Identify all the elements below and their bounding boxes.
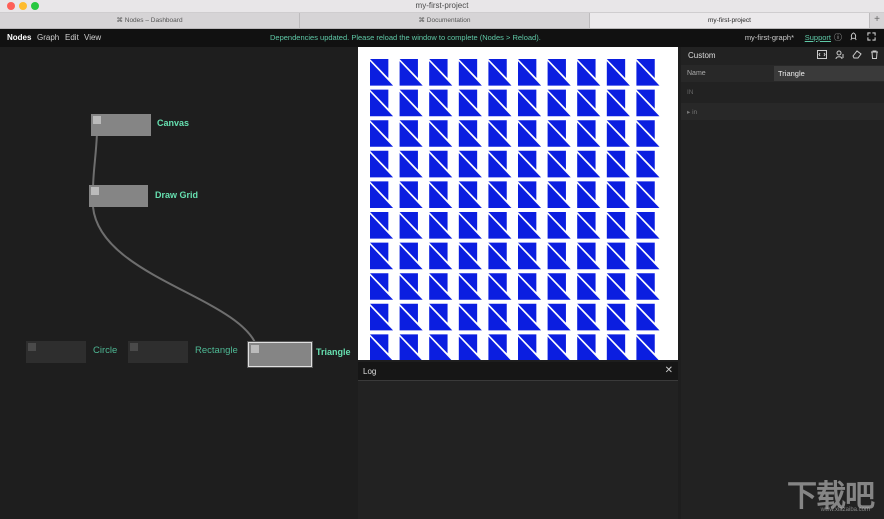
support-link[interactable]: Support (805, 33, 831, 42)
menu-edit[interactable]: Edit (65, 33, 79, 42)
window-titlebar: my-first-project (0, 0, 884, 13)
connection-canvas-drawgrid (92, 132, 98, 191)
graph-name: my-first-graph* (744, 33, 794, 42)
name-row: Name Triangle (681, 65, 884, 82)
triangle-grid (370, 59, 660, 361)
watermark-url: www.xiazaiba.com (820, 507, 870, 513)
node-circle[interactable] (26, 341, 86, 363)
close-icon[interactable]: ✕ (665, 365, 673, 376)
node-port[interactable] (28, 343, 36, 351)
log-title: Log (363, 367, 377, 376)
node-port[interactable] (251, 345, 259, 353)
port-row-in[interactable]: ▸ in (681, 103, 884, 120)
code-icon[interactable] (817, 50, 827, 61)
node-draw-grid[interactable] (89, 185, 148, 207)
inspector-panel: Custom Name Triangle IN ▸ in 下载吧 www.xia… (681, 47, 884, 519)
divider (358, 380, 678, 381)
node-label-draw-grid[interactable]: Draw Grid (155, 190, 198, 200)
node-label-rectangle[interactable]: Rectangle (195, 345, 238, 356)
section-in-label: IN (687, 89, 694, 96)
node-canvas[interactable] (91, 114, 151, 136)
tab-bar: ⌘ Nodes – Dashboard ⌘ Documentation my-f… (0, 13, 884, 29)
menu-view[interactable]: View (84, 33, 101, 42)
node-label-canvas[interactable]: Canvas (157, 118, 189, 128)
info-icon[interactable]: ⓘ (834, 32, 842, 43)
name-field[interactable]: Triangle (774, 66, 884, 81)
node-port[interactable] (91, 187, 99, 195)
trash-icon[interactable] (870, 50, 879, 61)
port-label-in[interactable]: ▸ in (687, 108, 697, 116)
watermark: 下载吧 www.xiazaiba.com (746, 467, 876, 513)
rocket-icon[interactable] (849, 32, 858, 43)
node-rectangle[interactable] (128, 341, 188, 363)
node-port[interactable] (130, 343, 138, 351)
tab-documentation[interactable]: ⌘ Documentation (300, 13, 590, 28)
menu-graph[interactable]: Graph (37, 33, 59, 42)
window-title: my-first-project (415, 1, 469, 10)
eraser-icon[interactable] (852, 50, 862, 61)
reload-banner[interactable]: Dependencies updated. Please reload the … (270, 33, 541, 42)
tab-project[interactable]: my-first-project (590, 13, 870, 28)
graph-canvas[interactable]: Canvas Draw Grid Circle Rectangle Triang… (0, 47, 358, 519)
fullscreen-icon[interactable] (867, 32, 876, 43)
menu-nodes[interactable]: Nodes (7, 33, 31, 42)
users-icon[interactable] (835, 50, 845, 61)
node-label-circle[interactable]: Circle (93, 345, 117, 356)
menubar: Nodes Graph Edit View Dependencies updat… (0, 29, 884, 47)
log-header: Log ✕ (358, 362, 678, 380)
node-triangle[interactable] (248, 342, 312, 367)
tab-dashboard[interactable]: ⌘ Nodes – Dashboard (0, 13, 300, 28)
add-tab-button[interactable]: + (870, 13, 884, 28)
render-preview (358, 47, 678, 361)
inspector-title: Custom (688, 51, 716, 60)
node-port[interactable] (93, 116, 101, 124)
log-panel: Log ✕ (358, 362, 678, 519)
name-label: Name (687, 70, 706, 77)
node-label-triangle[interactable]: Triangle (316, 347, 351, 357)
connection-drawgrid-triangle (92, 206, 258, 348)
